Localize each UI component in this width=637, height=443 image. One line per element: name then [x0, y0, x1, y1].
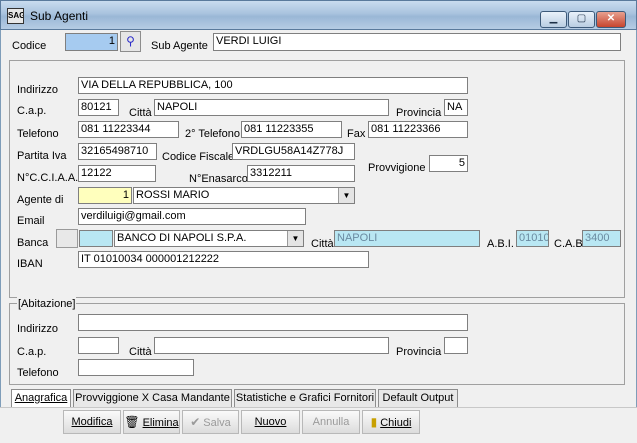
telefono-field[interactable]: 081 11223344: [78, 121, 179, 138]
iban-label: IBAN: [17, 258, 43, 270]
provincia-label: Provincia: [396, 107, 442, 119]
maximize-icon: ▢: [576, 13, 587, 24]
modifica-button[interactable]: Modifica: [63, 410, 121, 434]
tab-statistiche[interactable]: Statistiche e Grafici Fornitori: [234, 389, 376, 407]
cab-field[interactable]: 3400: [582, 230, 621, 247]
citta-label: Città: [129, 107, 152, 119]
abit-telefono-label: Telefono: [17, 367, 59, 379]
email-label: Email: [17, 215, 45, 227]
trash-icon: 🗑: [124, 415, 140, 429]
provincia-field[interactable]: NA: [444, 99, 468, 116]
abit-citta-field[interactable]: [154, 337, 389, 354]
agente-combo[interactable]: ROSSI MARIO ▼: [133, 187, 355, 204]
indirizzo-label: Indirizzo: [17, 84, 58, 96]
minimize-button[interactable]: ▁: [540, 11, 567, 28]
door-exit-icon: ▮: [370, 415, 378, 429]
enasarco-label: N°Enasarco: [189, 173, 248, 185]
agente-label: Agente di: [17, 194, 64, 206]
banca-label: Banca: [17, 237, 49, 249]
piva-label: Partita Iva: [17, 150, 67, 162]
tab-default-output[interactable]: Default Output: [378, 389, 458, 407]
banca-code-field[interactable]: [79, 230, 113, 247]
codfisc-field[interactable]: VRDLGU58A14Z778J: [232, 143, 355, 160]
telefono-label: Telefono: [17, 128, 59, 140]
banca-lookup-button[interactable]: [56, 229, 78, 248]
cap-field[interactable]: 80121: [78, 99, 119, 116]
checkmark-icon: ✔: [190, 415, 201, 429]
fax-label: Fax: [347, 128, 366, 140]
codfisc-label: Codice Fiscale: [162, 151, 235, 163]
app-icon: SAG: [7, 8, 24, 24]
elimina-button[interactable]: 🗑 Elimina: [123, 410, 180, 434]
banca-combo[interactable]: BANCO DI NAPOLI S.P.A. ▼: [114, 230, 304, 247]
salva-button[interactable]: ✔ Salva: [182, 410, 239, 434]
subagente-label: Sub Agente: [151, 40, 208, 52]
email-field[interactable]: verdiluigi@gmail.com: [78, 208, 306, 225]
indirizzo-field[interactable]: VIA DELLA REPUBBLICA, 100: [78, 77, 468, 94]
citta-field[interactable]: NAPOLI: [154, 99, 389, 116]
provvigione-label: Provvigione: [368, 162, 426, 174]
minimize-icon: ▁: [549, 13, 558, 24]
banca-name: BANCO DI NAPOLI S.P.A.: [117, 232, 247, 244]
enasarco-field[interactable]: 3312211: [247, 165, 355, 182]
abi-label: A.B.I.: [487, 238, 514, 250]
abit-indirizzo-label: Indirizzo: [17, 323, 58, 335]
abit-cap-field[interactable]: [78, 337, 119, 354]
iban-field[interactable]: IT 01010034 000001212222: [78, 251, 369, 268]
fax-field[interactable]: 081 11223366: [368, 121, 468, 138]
provvigione-field[interactable]: 5: [429, 155, 468, 172]
annulla-button[interactable]: Annulla: [302, 410, 360, 434]
piva-field[interactable]: 32165498710: [78, 143, 157, 160]
nuovo-button[interactable]: Nuovo: [241, 410, 300, 434]
chiudi-button[interactable]: ▮ Chiudi: [362, 410, 420, 434]
cciaa-label: N°C.C.I.A.A.: [17, 172, 79, 184]
abit-telefono-field[interactable]: [78, 359, 194, 376]
abit-indirizzo-field[interactable]: [78, 314, 468, 331]
chevron-down-icon[interactable]: ▼: [338, 188, 354, 203]
window-title: Sub Agenti: [30, 9, 89, 23]
cap-label: C.a.p.: [17, 105, 47, 117]
close-button[interactable]: ✕: [596, 11, 626, 28]
abit-citta-label: Città: [129, 346, 152, 358]
chevron-down-icon[interactable]: ▼: [287, 231, 303, 246]
banca-citta-label: Città: [311, 238, 334, 250]
title-bar[interactable]: SAG Sub Agenti ▁ ▢ ✕: [0, 0, 637, 30]
abit-provincia-field[interactable]: [444, 337, 468, 354]
abit-provincia-label: Provincia: [396, 346, 442, 358]
maximize-button[interactable]: ▢: [568, 11, 595, 28]
codice-label: Codice: [12, 40, 47, 52]
search-button[interactable]: ⚲: [120, 31, 141, 52]
tab-anagrafica[interactable]: Anagrafica: [11, 389, 71, 407]
telefono2-label: 2° Telefono: [185, 128, 240, 140]
telefono2-field[interactable]: 081 11223355: [241, 121, 342, 138]
close-icon: ✕: [606, 13, 616, 24]
abitazione-title: [Abitazione]: [17, 297, 77, 311]
agente-code-field[interactable]: 1: [78, 187, 132, 204]
link-icon: ⚲: [126, 34, 135, 48]
agente-name: ROSSI MARIO: [136, 189, 210, 201]
banca-citta-field[interactable]: NAPOLI: [334, 230, 480, 247]
codice-field[interactable]: 1: [65, 33, 118, 51]
abi-field[interactable]: 01010: [516, 230, 549, 247]
tab-provviggione[interactable]: Provviggione X Casa Mandante: [73, 389, 232, 407]
subagente-field[interactable]: VERDI LUIGI: [213, 33, 621, 51]
abit-cap-label: C.a.p.: [17, 346, 47, 358]
cciaa-field[interactable]: 12122: [78, 165, 156, 182]
